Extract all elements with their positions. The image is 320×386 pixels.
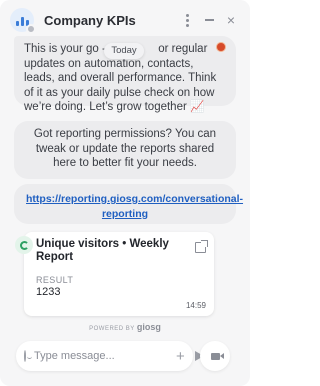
message-bubble-permissions: Got reporting permissions? You can tweak… <box>14 121 236 179</box>
report-title: Unique visitors • Weekly Report <box>36 238 169 263</box>
video-call-button[interactable] <box>200 341 230 371</box>
attach-icon[interactable]: + <box>176 349 185 364</box>
chat-title: Company KPIs <box>44 12 136 28</box>
giosg-logo: giosg <box>136 322 161 332</box>
close-button[interactable]: × <box>222 11 240 29</box>
result-label: RESULT <box>36 275 74 285</box>
message-input[interactable] <box>34 350 176 362</box>
fire-emoji-icon <box>216 42 226 52</box>
chat-header: Company KPIs × <box>0 0 250 40</box>
emoji-picker-icon[interactable] <box>24 350 32 362</box>
message-text: Got reporting permissions? You can tweak… <box>33 128 217 169</box>
report-status-icon <box>15 236 33 254</box>
report-card: Unique visitors • Weekly Report RESULT 1… <box>15 232 214 316</box>
result-value: 1233 <box>36 286 61 298</box>
powered-by: POWERED BY giosg <box>0 322 250 332</box>
date-separator: Today <box>104 43 144 59</box>
chart-avatar-icon <box>10 8 36 34</box>
message-composer: + <box>16 341 204 371</box>
powered-by-label: POWERED BY <box>89 326 135 332</box>
minimize-icon <box>204 19 214 21</box>
status-dot <box>26 24 36 34</box>
message-bubble-link: https://reporting.giosg.com/conversation… <box>14 184 243 224</box>
menu-button[interactable] <box>178 11 196 29</box>
reporting-link[interactable]: https://reporting.giosg.com/conversation… <box>26 193 243 220</box>
open-external-icon[interactable] <box>195 240 208 253</box>
kebab-menu-icon <box>185 13 189 27</box>
video-camera-icon <box>210 352 224 360</box>
chat-window: Company KPIs × This is your go - t or re… <box>0 0 250 386</box>
minimize-button[interactable] <box>200 11 218 29</box>
message-timestamp: 14:59 <box>185 301 206 310</box>
close-icon: × <box>226 12 236 28</box>
